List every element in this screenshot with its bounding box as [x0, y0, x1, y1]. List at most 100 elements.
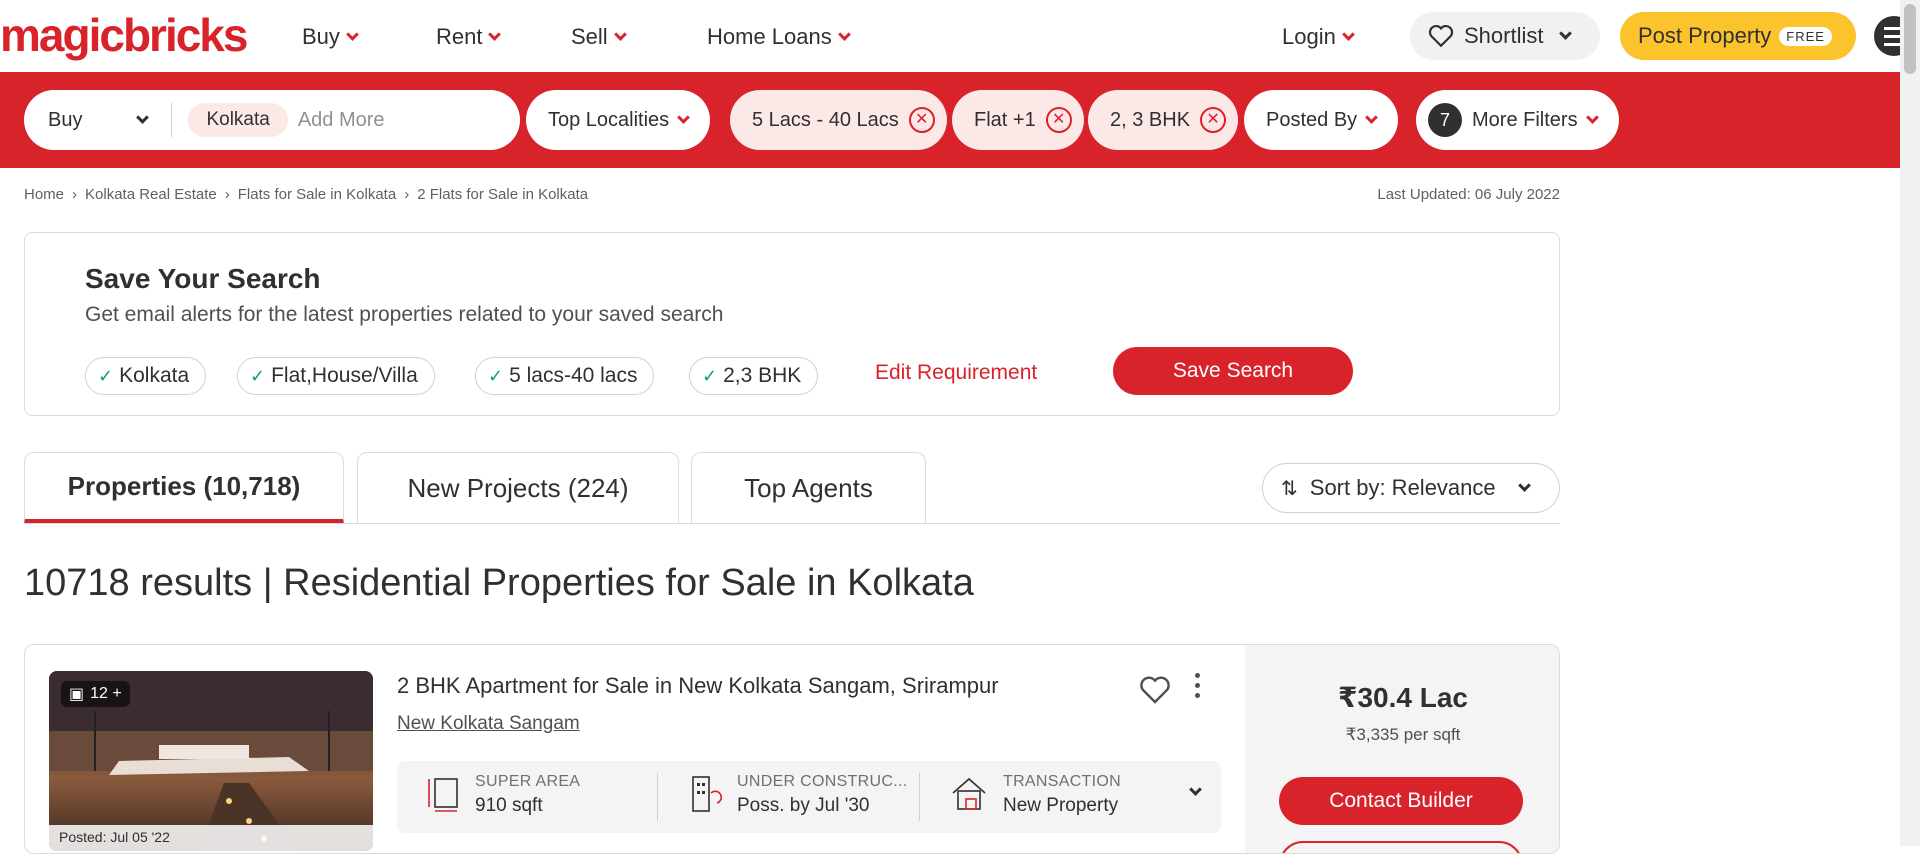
breadcrumb-kolkata-real-estate[interactable]: Kolkata Real Estate [85, 186, 217, 203]
shortlist-button[interactable]: Shortlist [1410, 12, 1600, 60]
close-icon[interactable]: ✕ [908, 107, 935, 133]
search-box[interactable]: Buy Kolkata Add More [24, 90, 520, 150]
spec-divider [919, 773, 920, 821]
nav-sell-label: Sell [571, 24, 608, 49]
spec-value: New Property [1003, 795, 1119, 816]
breadcrumb-separator: › [224, 186, 230, 203]
price-per-sqft: ₹3,335 per sqft [1345, 725, 1461, 744]
nav-sell[interactable]: Sell [571, 24, 627, 50]
nav-home-loans[interactable]: Home Loans [707, 24, 851, 50]
tab-properties[interactable]: Properties (10,718) [24, 452, 344, 524]
check-icon: ✓ [702, 365, 718, 386]
post-property-button[interactable]: Post Property FREE [1620, 12, 1856, 60]
post-property-label: Post Property [1638, 23, 1772, 48]
chevron-down-icon [677, 110, 691, 124]
property-price: ₹30.4 Lac [1337, 682, 1468, 713]
login-label: Login [1282, 24, 1336, 49]
property-title[interactable]: 2 BHK Apartment for Sale in New Kolkata … [397, 673, 999, 699]
add-more-input[interactable]: Add More [298, 109, 385, 132]
check-icon: ✓ [488, 365, 504, 386]
divider [171, 103, 173, 137]
posted-by-label: Posted By [1266, 108, 1358, 131]
spec-transaction: TRANSACTION New Property [949, 773, 1121, 817]
property-type-label: Flat +1 [974, 108, 1036, 131]
city-chip[interactable]: Kolkata [188, 103, 288, 137]
chevron-down-icon [1559, 26, 1573, 40]
price-panel: ₹30.4 Lac ₹3,335 per sqft Contact Builde… [1245, 645, 1559, 853]
tab-underline-divider [24, 523, 1560, 524]
scrollbar[interactable] [1900, 0, 1920, 846]
magicbricks-logo[interactable]: magicbricks [0, 8, 248, 62]
breadcrumb-home[interactable]: Home [24, 186, 64, 203]
heart-icon[interactable] [1139, 675, 1171, 705]
nav-buy[interactable]: Buy [302, 24, 359, 50]
free-badge: FREE [1779, 26, 1832, 46]
more-options-icon[interactable] [1195, 673, 1200, 698]
saved-criteria-chip: ✓ 2,3 BHK [689, 357, 819, 395]
chevron-down-icon [1341, 27, 1355, 41]
sort-dropdown[interactable]: ⇅ Sort by: Relevance [1262, 463, 1560, 513]
budget-label: 5 Lacs - 40 Lacs [752, 108, 899, 131]
contact-builder-button[interactable]: Contact Builder [1279, 777, 1523, 825]
house-icon [952, 777, 986, 810]
save-search-card: Save Your Search Get email alerts for th… [24, 232, 1560, 416]
close-icon[interactable]: ✕ [1045, 107, 1072, 133]
chevron-down-icon[interactable] [136, 110, 150, 124]
chip-label: Kolkata [119, 364, 190, 387]
breadcrumb: Home › Kolkata Real Estate › Flats for Sal… [24, 186, 588, 203]
shortlist-label: Shortlist [1464, 23, 1544, 48]
expand-specs-chevron-icon[interactable] [1189, 783, 1202, 796]
sort-label: Sort by: Relevance [1309, 475, 1496, 500]
saved-criteria-chip: ✓ Flat,House/Villa [237, 357, 435, 395]
nav-buy-label: Buy [302, 24, 340, 49]
chip-label: 5 lacs-40 lacs [509, 364, 638, 387]
spec-value: Poss. by Jul '30 [737, 795, 870, 816]
top-navigation: magicbricks Buy Rent Sell Home Loans Log… [0, 0, 1920, 72]
spec-construction-status: UNDER CONSTRUC... Poss. by Jul '30 [687, 773, 907, 817]
property-card[interactable]: ▣ 12 + Posted: Jul 05 '22 2 BHK Apartmen… [24, 644, 1560, 854]
save-search-subtitle: Get email alerts for the latest properti… [85, 303, 724, 326]
spec-divider [657, 773, 658, 821]
more-filters-button[interactable]: 7 More Filters [1416, 90, 1619, 150]
heart-icon [1428, 24, 1454, 48]
chevron-down-icon [1585, 110, 1599, 124]
chevron-down-icon [837, 27, 851, 41]
image-count-badge: ▣ 12 + [61, 681, 130, 707]
chevron-down-icon [613, 27, 627, 41]
filter-count-badge: 7 [1428, 103, 1462, 137]
nav-home-loans-label: Home Loans [707, 24, 832, 49]
posted-by-filter[interactable]: Posted By [1244, 90, 1399, 150]
login-menu[interactable]: Login [1282, 24, 1355, 50]
buy-dropdown-label[interactable]: Buy [48, 109, 82, 132]
top-localities-label: Top Localities [548, 108, 670, 131]
edit-requirement-link[interactable]: Edit Requirement [875, 361, 1037, 385]
nav-rent[interactable]: Rent [436, 24, 502, 50]
breadcrumb-flats-for-sale[interactable]: Flats for Sale in Kolkata [238, 186, 396, 203]
chevron-down-icon [346, 27, 359, 41]
scrollbar-thumb[interactable] [1904, 4, 1916, 74]
project-link[interactable]: New Kolkata Sangam [397, 713, 580, 735]
property-type-filter[interactable]: Flat +1 ✕ [952, 90, 1084, 150]
bhk-filter[interactable]: 2, 3 BHK ✕ [1088, 90, 1239, 150]
tab-top-agents[interactable]: Top Agents [691, 452, 926, 524]
building-icon [692, 776, 723, 812]
save-search-button[interactable]: Save Search [1113, 347, 1353, 395]
last-updated-text: Last Updated: 06 July 2022 [1377, 186, 1560, 203]
tab-new-projects[interactable]: New Projects (224) [357, 452, 679, 524]
breadcrumb-separator: › [72, 186, 78, 203]
spec-label: UNDER CONSTRUC... [737, 773, 908, 790]
nav-rent-label: Rent [436, 24, 483, 49]
spec-label: SUPER AREA [475, 773, 581, 790]
check-icon: ✓ [98, 365, 114, 386]
secondary-action-button[interactable] [1279, 841, 1523, 853]
spec-super-area: SUPER AREA 910 sqft [425, 773, 580, 817]
area-icon [428, 778, 458, 812]
budget-filter[interactable]: 5 Lacs - 40 Lacs ✕ [730, 90, 947, 150]
check-icon: ✓ [250, 365, 266, 386]
close-icon[interactable]: ✕ [1200, 107, 1227, 133]
saved-criteria-chip: ✓ 5 lacs-40 lacs [475, 357, 655, 395]
property-image[interactable]: ▣ 12 + Posted: Jul 05 '22 [49, 671, 373, 851]
results-heading: 10718 results | Residential Properties f… [24, 562, 974, 604]
top-localities-filter[interactable]: Top Localities [526, 90, 711, 150]
chevron-down-icon [488, 27, 502, 41]
